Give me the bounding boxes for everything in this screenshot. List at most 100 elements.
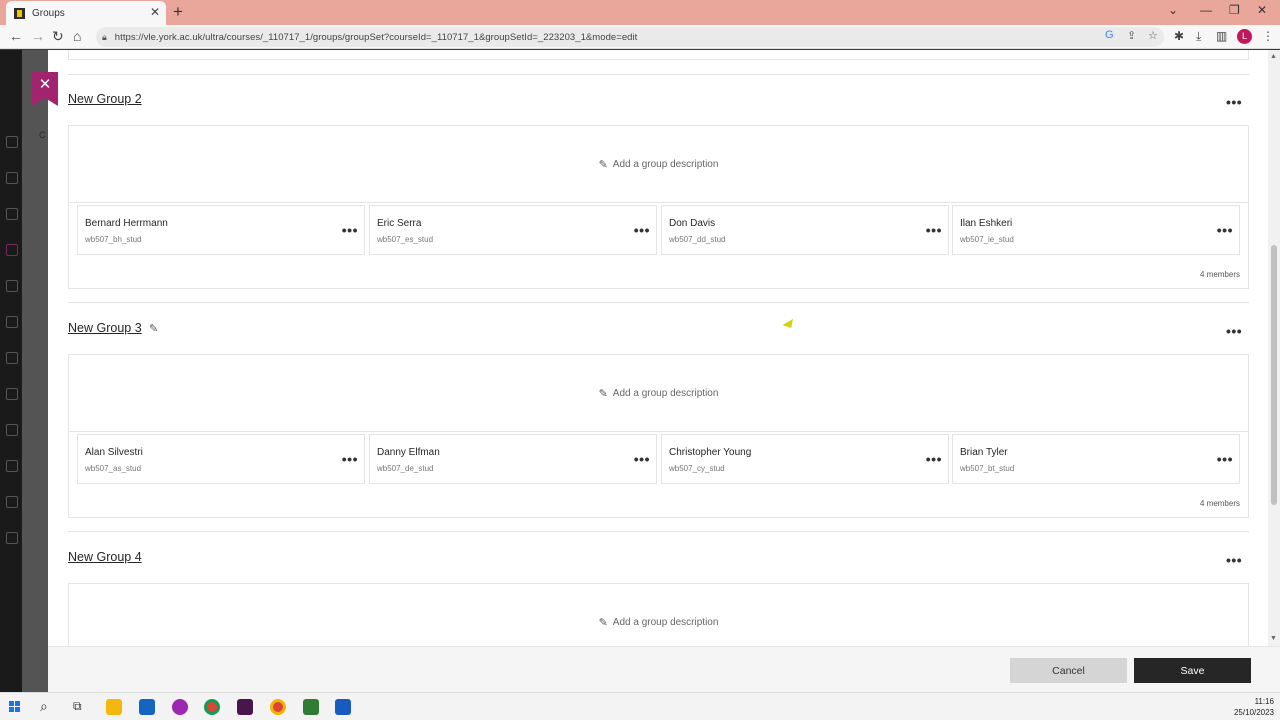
pencil-icon: ✎ <box>598 616 608 629</box>
scroll-down-icon[interactable]: ▼ <box>1270 635 1277 642</box>
recycle-app-icon[interactable] <box>303 699 319 715</box>
bg-nav-icon <box>6 388 18 400</box>
divider <box>68 74 1249 75</box>
system-clock[interactable]: 11:16 25/10/2023 <box>1234 696 1274 718</box>
member-name: Brian Tyler <box>960 447 1008 458</box>
favicon-icon <box>14 7 25 19</box>
bg-nav-icon <box>6 208 18 220</box>
member-card[interactable]: Eric Serra wb507_es_stud ••• <box>369 205 657 255</box>
member-card[interactable]: Alan Silvestri wb507_as_stud ••• <box>77 434 365 484</box>
restore-icon[interactable]: ❐ <box>1229 3 1240 17</box>
member-card[interactable]: Danny Elfman wb507_de_stud ••• <box>369 434 657 484</box>
new-tab-icon[interactable]: + <box>173 2 183 22</box>
slack-icon[interactable] <box>237 699 253 715</box>
member-uid: wb507_cy_stud <box>669 464 725 473</box>
member-uid: wb507_bt_stud <box>960 464 1015 473</box>
members-box: Alan Silvestri wb507_as_stud ••• Danny E… <box>68 432 1249 518</box>
member-more-icon[interactable]: ••• <box>342 222 358 238</box>
group-title[interactable]: New Group 3 <box>68 321 142 335</box>
snipping-tool-icon[interactable] <box>172 699 188 715</box>
mail-icon[interactable] <box>139 699 155 715</box>
tab-search-icon[interactable]: ⌄ <box>1168 3 1178 17</box>
member-more-icon[interactable]: ••• <box>1217 222 1233 238</box>
window-close-icon[interactable]: ✕ <box>1257 3 1267 17</box>
profile-avatar[interactable]: L <box>1237 29 1252 44</box>
member-uid: wb507_bh_stud <box>85 235 142 244</box>
member-more-icon[interactable]: ••• <box>1217 451 1233 467</box>
bg-nav-icon <box>6 424 18 436</box>
task-view-icon[interactable]: ⧉ <box>73 699 82 714</box>
pencil-icon: ✎ <box>598 158 608 171</box>
member-count: 4 members <box>1199 270 1240 279</box>
scrollbar-thumb[interactable] <box>1271 245 1277 505</box>
description-placeholder: Add a group description <box>612 616 719 628</box>
member-card[interactable]: Bernard Herrmann wb507_bh_stud ••• <box>77 205 365 255</box>
group-more-icon[interactable]: ••• <box>1226 323 1242 339</box>
member-name: Alan Silvestri <box>85 447 143 458</box>
minimize-icon[interactable]: — <box>1200 3 1212 17</box>
member-uid: wb507_de_stud <box>377 464 434 473</box>
member-card[interactable]: Christopher Young wb507_cy_stud ••• <box>661 434 949 484</box>
tab-title: Groups <box>32 7 65 19</box>
group-title[interactable]: New Group 2 <box>68 92 142 106</box>
member-more-icon[interactable]: ••• <box>926 222 942 238</box>
member-more-icon[interactable]: ••• <box>342 451 358 467</box>
browser-tab-bar: Groups ✕ + ⌄ — ❐ ✕ <box>0 0 1280 25</box>
group-description[interactable]: ✎ Add a group description <box>68 354 1249 432</box>
bg-nav-icon <box>6 316 18 328</box>
bg-nav-icon <box>6 172 18 184</box>
tab-close-icon[interactable]: ✕ <box>150 5 160 19</box>
member-count: 4 members <box>1199 499 1240 508</box>
close-panel-button[interactable]: ✕ <box>32 72 58 106</box>
kebab-icon[interactable]: ⋮ <box>1262 29 1274 43</box>
group-description[interactable]: ✎ Add a group description <box>68 583 1249 646</box>
member-more-icon[interactable]: ••• <box>634 451 650 467</box>
member-name: Danny Elfman <box>377 447 440 458</box>
search-icon[interactable]: ⌕ <box>40 698 48 715</box>
home-icon[interactable]: ⌂ <box>73 28 81 44</box>
group-title[interactable]: New Group 4 <box>68 550 142 564</box>
bg-nav-icon <box>6 244 18 256</box>
windows-start-icon[interactable] <box>9 701 21 713</box>
scroll-up-icon[interactable]: ▲ <box>1270 53 1277 60</box>
member-card[interactable]: Brian Tyler wb507_bt_stud ••• <box>952 434 1240 484</box>
save-button[interactable]: Save <box>1134 658 1251 683</box>
bg-nav-icon <box>6 496 18 508</box>
browser-tab[interactable]: Groups ✕ <box>6 1 166 25</box>
extensions-icon[interactable]: ✱ <box>1174 29 1184 43</box>
chrome-profile-icon[interactable] <box>270 699 286 715</box>
member-more-icon[interactable]: ••• <box>634 222 650 238</box>
forward-icon[interactable]: → <box>31 28 45 44</box>
address-bar[interactable]: 🔒︎ https://vle.york.ac.uk/ultra/courses/… <box>96 27 1164 47</box>
word-icon[interactable] <box>335 699 351 715</box>
reload-icon[interactable]: ↻ <box>52 28 64 45</box>
sidepanel-icon[interactable]: ▥ <box>1216 29 1227 43</box>
share-icon[interactable]: ⇪ <box>1127 29 1136 42</box>
pencil-icon: ✎ <box>598 387 608 400</box>
member-name: Ilan Eshkeri <box>960 218 1013 229</box>
star-icon[interactable]: ☆ <box>1148 29 1158 42</box>
chrome-icon[interactable] <box>204 699 220 715</box>
group-more-icon[interactable]: ••• <box>1226 552 1242 568</box>
taskbar: ⌕ ⧉ 11:16 25/10/2023 <box>0 692 1280 720</box>
member-uid: wb507_es_stud <box>377 235 434 244</box>
bg-nav-icon <box>6 352 18 364</box>
members-box: Bernard Herrmann wb507_bh_stud ••• Eric … <box>68 203 1249 289</box>
member-uid: wb507_as_stud <box>85 464 142 473</box>
download-icon[interactable]: ⤓ <box>1196 29 1201 44</box>
google-icon[interactable]: G <box>1105 29 1114 41</box>
member-more-icon[interactable]: ••• <box>926 451 942 467</box>
member-name: Eric Serra <box>377 218 422 229</box>
file-explorer-icon[interactable] <box>106 699 122 715</box>
back-icon[interactable]: ← <box>9 28 23 44</box>
cancel-button[interactable]: Cancel <box>1010 658 1127 683</box>
previous-group-box <box>68 50 1249 60</box>
group-description[interactable]: ✎ Add a group description <box>68 125 1249 203</box>
group-more-icon[interactable]: ••• <box>1226 94 1242 110</box>
background-nav <box>0 50 22 692</box>
scrollbar[interactable]: ▲ ▼ <box>1268 50 1280 646</box>
member-card[interactable]: Ilan Eshkeri wb507_ie_stud ••• <box>952 205 1240 255</box>
edit-title-icon[interactable]: ✎ <box>149 322 158 335</box>
url-text[interactable]: https://vle.york.ac.uk/ultra/courses/_11… <box>115 32 638 43</box>
member-card[interactable]: Don Davis wb507_dd_stud ••• <box>661 205 949 255</box>
